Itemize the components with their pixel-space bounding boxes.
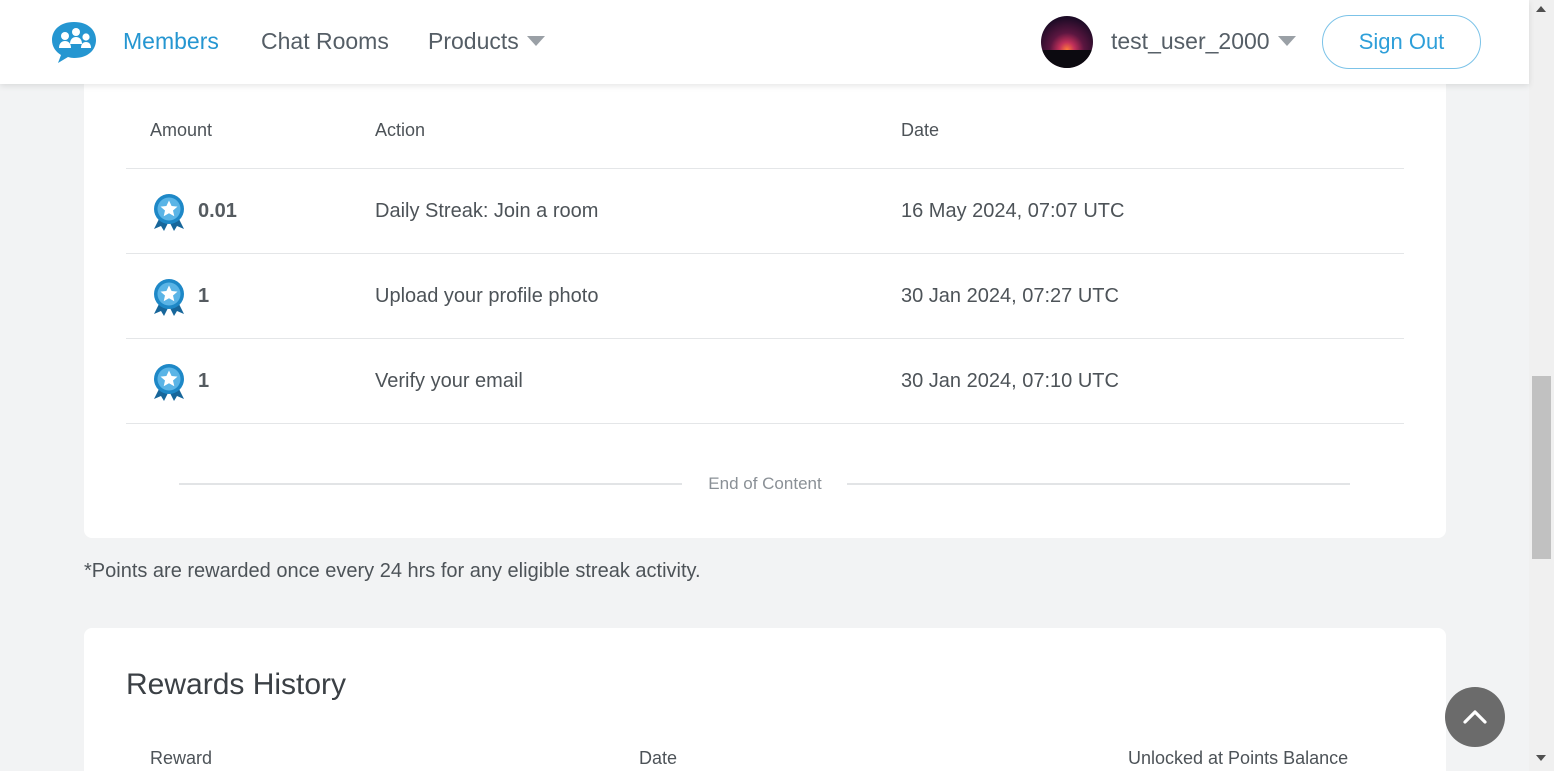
chevron-down-icon (526, 35, 545, 46)
rewards-history-card: Rewards History Reward Date Unlocked at … (84, 628, 1446, 771)
table-row: 1 Verify your email 30 Jan 2024, 07:10 U… (126, 338, 1404, 423)
column-header-date: Date (901, 120, 940, 140)
top-navbar: Members Chat Rooms Products test_user_20… (0, 0, 1529, 84)
points-amount: 1 (198, 370, 210, 392)
site-logo-icon[interactable] (50, 19, 98, 65)
points-action: Upload your profile photo (375, 285, 599, 307)
rewards-history-title: Rewards History (126, 668, 347, 701)
points-amount: 0.01 (198, 200, 237, 222)
scroll-down-arrow-icon[interactable] (1536, 755, 1546, 761)
scroll-up-arrow-icon[interactable] (1536, 6, 1546, 12)
sign-out-button[interactable]: Sign Out (1322, 15, 1481, 69)
scrollbar-thumb[interactable] (1532, 376, 1551, 559)
column-header-unlocked-balance: Unlocked at Points Balance (1128, 748, 1349, 768)
points-action: Verify your email (375, 370, 523, 392)
column-header-date: Date (639, 748, 678, 768)
username-label: test_user_2000 (1111, 28, 1270, 54)
points-history-card: Amount Action Date 0.01 Daily Streak: Jo… (84, 60, 1446, 538)
end-of-content-label: End of Content (708, 474, 822, 493)
points-date: 30 Jan 2024, 07:10 UTC (901, 370, 1119, 392)
points-amount: 1 (198, 285, 210, 307)
back-to-top-button[interactable] (1445, 687, 1505, 747)
avatar[interactable] (1041, 16, 1093, 68)
table-divider (126, 423, 1404, 424)
nav-products[interactable]: Products (428, 28, 545, 55)
points-date: 30 Jan 2024, 07:27 UTC (901, 285, 1119, 307)
points-footnote: *Points are rewarded once every 24 hrs f… (84, 560, 701, 582)
column-header-reward: Reward (150, 748, 213, 768)
chevron-down-icon (1277, 35, 1296, 46)
chevron-up-icon (1463, 710, 1487, 724)
divider-right (847, 483, 1350, 485)
column-header-amount: Amount (150, 120, 213, 140)
nav-chat-rooms[interactable]: Chat Rooms (261, 28, 389, 55)
points-date: 16 May 2024, 07:07 UTC (901, 200, 1125, 222)
star-badge-icon (154, 364, 184, 401)
divider-left (179, 483, 682, 485)
star-badge-icon (154, 279, 184, 316)
column-header-action: Action (375, 120, 426, 140)
table-row: 1 Upload your profile photo 30 Jan 2024,… (126, 253, 1404, 338)
points-action: Daily Streak: Join a room (375, 200, 599, 222)
nav-products-label: Products (428, 28, 519, 54)
nav-members[interactable]: Members (123, 28, 219, 55)
table-row: 0.01 Daily Streak: Join a room 16 May 20… (126, 168, 1404, 253)
user-menu[interactable]: test_user_2000 (1111, 28, 1296, 55)
star-badge-icon (154, 194, 184, 231)
